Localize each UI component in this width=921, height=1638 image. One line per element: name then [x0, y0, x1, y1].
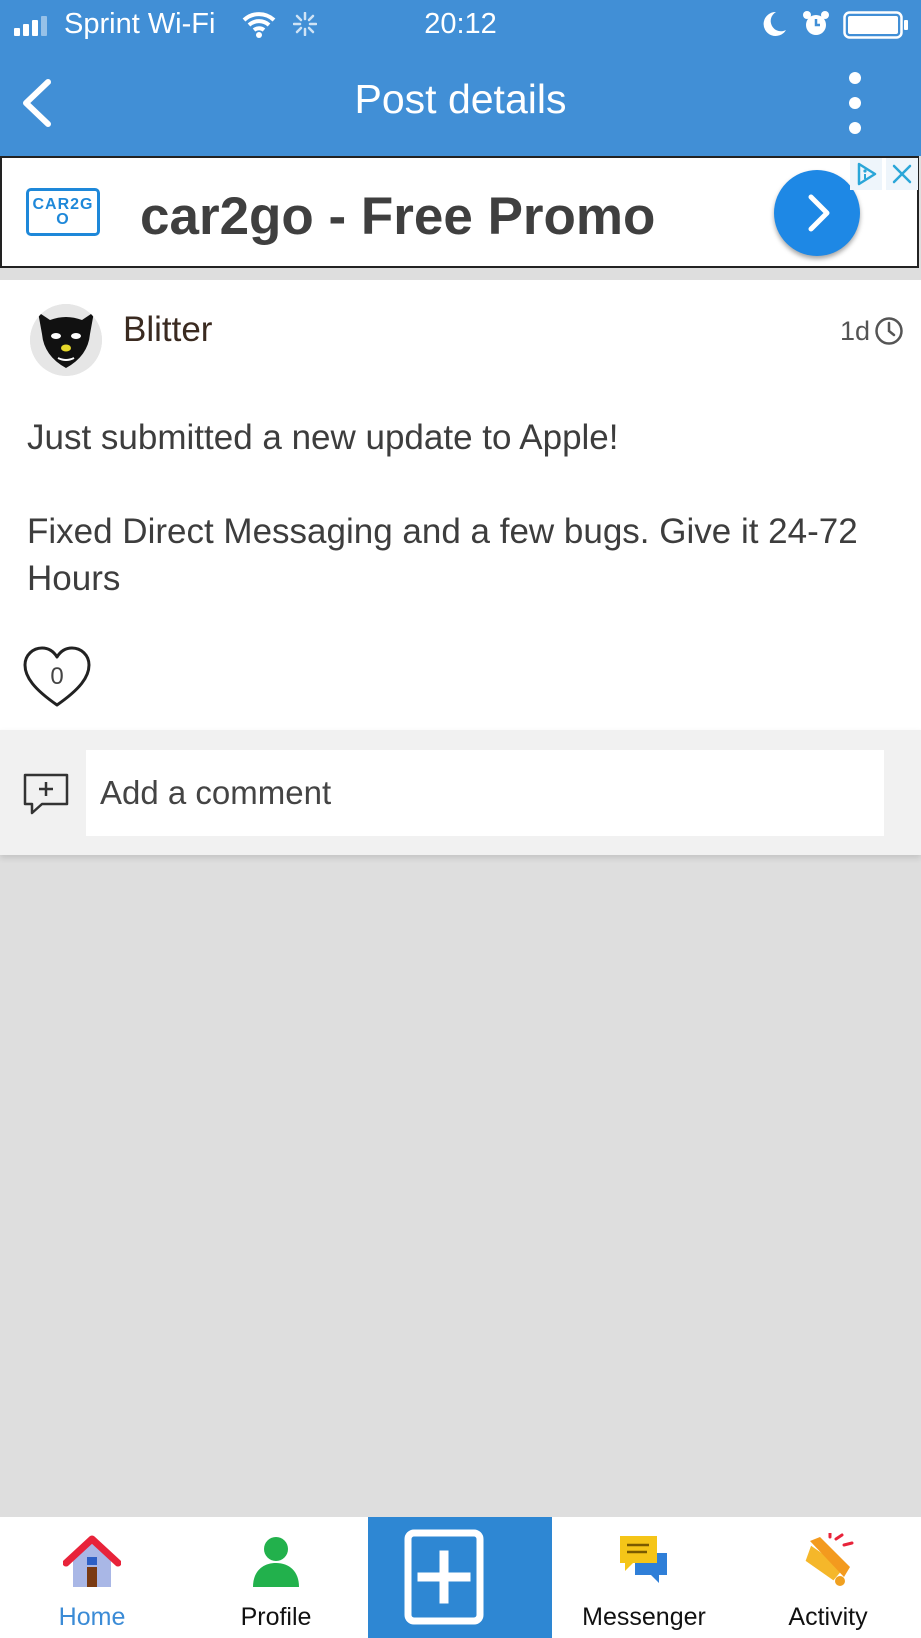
tab-label: Profile	[240, 1603, 312, 1631]
post-paragraph: Just submitted a new update to Apple!	[27, 418, 619, 457]
comment-bar	[0, 730, 921, 855]
post-body: Just submitted a new update to Apple! Fi…	[27, 414, 897, 602]
comment-input[interactable]	[86, 750, 884, 836]
clock-icon	[875, 317, 903, 345]
page-title: Post details	[354, 76, 567, 122]
chevron-right-icon	[808, 194, 830, 232]
tab-label: Home	[58, 1603, 126, 1631]
tab-activity[interactable]: Activity	[736, 1517, 920, 1638]
nav-bar: Post details	[0, 50, 921, 156]
like-count: 0	[50, 663, 64, 690]
ad-close-icon[interactable]	[886, 158, 918, 190]
post-paragraph: Fixed Direct Messaging and a few bugs. G…	[27, 512, 858, 598]
post-age: 1d	[840, 316, 871, 346]
ad-headline[interactable]: car2go - Free Promo	[140, 186, 655, 247]
tab-messenger[interactable]: Messenger	[552, 1517, 736, 1638]
activity-icon	[805, 1533, 854, 1586]
alarm-icon	[803, 11, 829, 35]
post-card: Blitter 1d Just submitted a new update t…	[0, 280, 921, 730]
avatar[interactable]	[30, 304, 102, 376]
top-bar: Sprint Wi-Fi 20:12 Post details	[0, 0, 921, 156]
profile-icon	[253, 1537, 299, 1587]
compose-icon	[404, 1529, 484, 1625]
home-icon	[63, 1535, 121, 1587]
messenger-icon	[620, 1536, 667, 1583]
tab-label: Activity	[788, 1603, 868, 1631]
tab-home[interactable]: Home	[0, 1517, 184, 1638]
ad-choices-icon[interactable]	[850, 158, 882, 190]
more-options-icon[interactable]	[840, 70, 870, 136]
ad-banner[interactable]: CAR2GO car2go - Free Promo	[0, 156, 919, 268]
tab-compose[interactable]	[368, 1517, 552, 1638]
tab-profile[interactable]: Profile	[184, 1517, 368, 1638]
battery-icon	[843, 11, 908, 39]
add-comment-icon[interactable]	[22, 772, 70, 816]
status-bar: Sprint Wi-Fi 20:12	[0, 0, 921, 50]
tab-bar: Home Profile Messenger Activity	[0, 1517, 921, 1638]
panther-avatar-icon	[30, 304, 102, 376]
tab-label: Messenger	[582, 1603, 706, 1631]
moon-icon	[763, 11, 786, 36]
post-author[interactable]: Blitter	[123, 310, 212, 350]
ad-logo: CAR2GO	[26, 188, 100, 236]
ad-go-button[interactable]	[774, 170, 860, 256]
